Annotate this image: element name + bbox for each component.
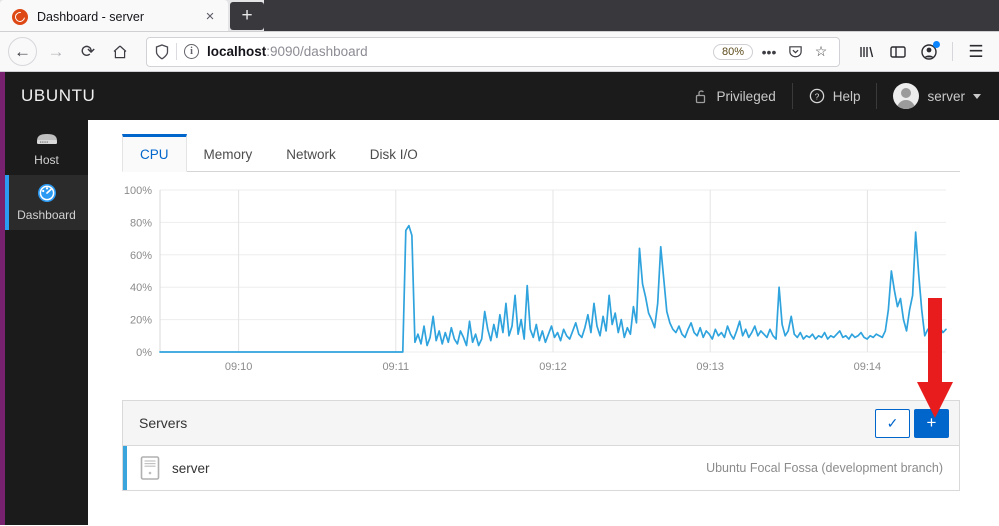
help-icon: ? xyxy=(809,88,824,104)
gauge-icon xyxy=(36,183,58,203)
sidebar-item-dashboard-label: Dashboard xyxy=(17,208,76,222)
servers-panel: Servers ✓ + server Ubuntu Focal Fossa (d… xyxy=(122,400,960,491)
browser-tab[interactable]: Dashboard - server × xyxy=(0,0,228,31)
library-icon[interactable] xyxy=(852,37,882,67)
svg-text:09:10: 09:10 xyxy=(225,361,253,373)
server-os: Ubuntu Focal Fossa (development branch) xyxy=(706,461,943,475)
user-menu[interactable]: server xyxy=(877,72,999,120)
browser-tabstrip: Dashboard - server × + xyxy=(0,0,999,32)
url-path: :9090/dashboard xyxy=(266,44,368,59)
shield-icon[interactable] xyxy=(155,43,169,60)
sidebar-glyph xyxy=(890,45,906,58)
tab-cpu[interactable]: CPU xyxy=(122,134,187,172)
library-glyph xyxy=(860,46,874,57)
sidebar-item-host-label: Host xyxy=(34,153,59,167)
server-glyph xyxy=(36,134,57,144)
servers-panel-title: Servers xyxy=(139,415,188,431)
svg-text:09:13: 09:13 xyxy=(696,361,724,373)
toolbar-divider xyxy=(952,42,953,61)
svg-text:80%: 80% xyxy=(130,217,152,229)
browser-tab-title: Dashboard - server xyxy=(37,9,144,24)
svg-text:40%: 40% xyxy=(130,282,152,294)
svg-text:0%: 0% xyxy=(136,347,152,359)
browser-window: Dashboard - server × + ← → ⟳ i localhost… xyxy=(0,0,999,526)
cpu-chart-svg: 0% 20% 40% 60% 80% 100% 09:10 09:11 09:12 09:13 09… xyxy=(124,185,947,373)
server-tower-glyph xyxy=(140,456,160,480)
svg-text:60%: 60% xyxy=(130,250,152,262)
url-divider xyxy=(176,43,177,60)
cockpit-app: UBUNTU Privileged ? Help server Host Das… xyxy=(0,72,999,525)
sidebar-item-dashboard[interactable]: Dashboard xyxy=(5,175,88,230)
url-bar[interactable]: i localhost:9090/dashboard 80% ••• ☆ xyxy=(146,36,840,67)
servers-panel-header: Servers ✓ + xyxy=(123,401,959,446)
shield-glyph xyxy=(155,43,169,60)
server-tower-icon xyxy=(139,455,161,481)
cpu-chart: 0% 20% 40% 60% 80% 100% 09:10 09:11 09:12 09:13 09… xyxy=(122,182,960,382)
help-label: Help xyxy=(832,88,861,104)
ubuntu-icon xyxy=(12,8,28,25)
svg-text:20%: 20% xyxy=(130,315,152,327)
home-glyph xyxy=(113,45,127,58)
svg-text:09:14: 09:14 xyxy=(854,361,882,373)
menu-icon[interactable]: ☰ xyxy=(961,37,991,67)
cockpit-brand: UBUNTU xyxy=(21,86,96,105)
pocket-icon[interactable] xyxy=(783,40,807,64)
forward-icon[interactable]: → xyxy=(40,36,72,68)
tab-network[interactable]: Network xyxy=(269,134,353,171)
reload-icon[interactable]: ⟳ xyxy=(72,36,104,68)
tab-memory[interactable]: Memory xyxy=(187,134,270,171)
url-actions: ••• ☆ xyxy=(757,40,833,64)
avatar xyxy=(893,83,920,109)
close-icon[interactable]: × xyxy=(200,7,220,27)
browser-navbar: ← → ⟳ i localhost:9090/dashboard 80% ••• xyxy=(0,32,999,72)
tabstrip-empty-area xyxy=(264,0,999,31)
add-server-button[interactable]: + xyxy=(914,408,949,438)
account-notification-dot xyxy=(933,40,940,48)
help-button[interactable]: ? Help xyxy=(793,72,877,120)
url-host: localhost xyxy=(207,44,267,59)
privileged-indicator[interactable]: Privileged xyxy=(679,72,791,120)
user-label: server xyxy=(927,88,965,104)
cockpit-header: UBUNTU Privileged ? Help server xyxy=(0,72,999,120)
browser-toolbar-right: ☰ xyxy=(852,37,991,67)
new-tab-button[interactable]: + xyxy=(230,2,264,30)
zoom-level-badge[interactable]: 80% xyxy=(712,43,753,60)
home-icon[interactable] xyxy=(104,36,136,68)
pocket-glyph xyxy=(788,46,802,58)
privileged-label: Privileged xyxy=(716,88,776,104)
server-name: server xyxy=(172,460,210,476)
sidebar-item-host[interactable]: Host xyxy=(5,120,88,175)
cockpit-sidebar: Host Dashboard xyxy=(0,120,88,525)
confirm-button[interactable]: ✓ xyxy=(875,408,910,438)
svg-text:09:12: 09:12 xyxy=(539,361,567,373)
page-info-icon[interactable]: i xyxy=(184,44,199,59)
svg-text:?: ? xyxy=(814,91,819,101)
svg-text:09:11: 09:11 xyxy=(382,361,409,373)
url-input[interactable]: localhost:9090/dashboard xyxy=(207,44,713,59)
metric-tabs: CPU Memory Network Disk I/O xyxy=(122,134,960,172)
back-icon[interactable]: ← xyxy=(8,37,37,66)
sidebar-icon[interactable] xyxy=(883,37,913,67)
bookmark-star-icon[interactable]: ☆ xyxy=(809,40,833,64)
tab-disk-io[interactable]: Disk I/O xyxy=(353,134,435,171)
server-list-item[interactable]: server Ubuntu Focal Fossa (development b… xyxy=(123,446,959,490)
server-icon xyxy=(34,128,60,148)
more-actions-icon[interactable]: ••• xyxy=(757,40,781,64)
account-icon[interactable] xyxy=(914,37,944,67)
cockpit-main: CPU Memory Network Disk I/O 0% 20% 40% 60% 8… xyxy=(88,120,999,525)
cockpit-body: Host Dashboard CPU Memory Network Disk I… xyxy=(0,120,999,525)
svg-text:100%: 100% xyxy=(124,185,152,197)
gauge-glyph xyxy=(37,184,56,202)
chevron-down-icon xyxy=(973,93,981,99)
unlock-icon xyxy=(696,89,706,103)
